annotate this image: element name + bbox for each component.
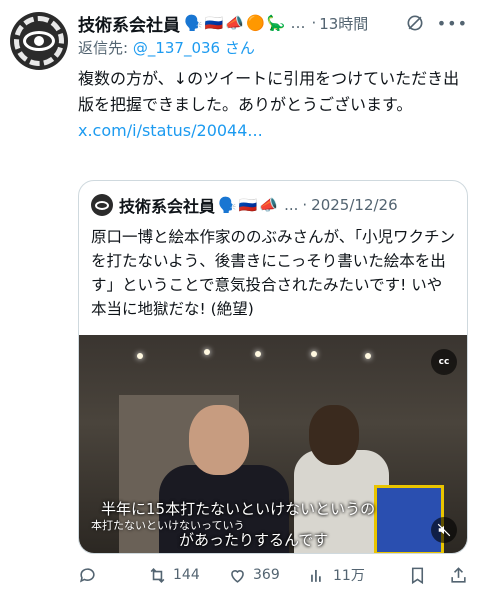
- retweet-button[interactable]: 144: [148, 566, 228, 585]
- reply-suffix: さん: [220, 39, 255, 57]
- retweet-icon: [150, 567, 165, 583]
- video-mute-button[interactable]: [431, 517, 457, 543]
- russia-flag-emoji: 🇷🇺: [204, 14, 224, 32]
- quote-separator: ·: [302, 196, 308, 214]
- name-ellipsis: …: [290, 14, 306, 32]
- quote-header: 技術系会社員 🗣️ 🇷🇺 📣 ... · 2025/12/26: [91, 193, 398, 217]
- speaking-head-emoji: 🗣️: [218, 196, 237, 214]
- quote-body: 原口一博と絵本作家ののぶみさんが、「小児ワクチンを打たないよう、後書きにこっそり…: [91, 228, 455, 318]
- ceiling-light: [255, 351, 261, 357]
- tweet-body: 複数の方が、↓のツイートに引用をつけていただき出版を把握できました。ありがとうご…: [78, 69, 460, 114]
- action-bar: 144 369 11万: [78, 562, 468, 588]
- author-name[interactable]: 技術系会社員: [78, 11, 180, 36]
- quote-author-name: 技術系会社員: [119, 197, 216, 216]
- share-icon: [451, 566, 466, 583]
- quote-avatar: [91, 194, 113, 216]
- ceiling-light: [311, 351, 317, 357]
- tweet-content: 技術系会社員 🗣️ 🇷🇺 📣 🟠 🦕 … · 13時間 ••• 返信先: @_1…: [78, 10, 468, 144]
- quote-date: 2025/12/26: [311, 196, 398, 214]
- separator-dot: ·: [311, 14, 317, 32]
- like-button[interactable]: 369: [228, 566, 308, 585]
- bar-chart-icon: [311, 569, 321, 582]
- subtitle-line-2: があったりするんです: [179, 531, 329, 549]
- ceiling-light: [204, 349, 210, 355]
- like-count: 369: [253, 567, 280, 583]
- ceiling-light: [137, 353, 143, 359]
- person-right-head: [309, 405, 359, 465]
- timestamp[interactable]: 13時間: [319, 13, 368, 34]
- reply-prefix: 返信先:: [78, 39, 133, 57]
- person-left-head: [189, 405, 249, 475]
- russia-flag-emoji: 🇷🇺: [238, 196, 258, 214]
- views-button[interactable]: 11万: [308, 565, 378, 585]
- heart-icon: [231, 569, 244, 583]
- more-options-icon[interactable]: •••: [437, 14, 468, 33]
- quote-ellipsis: ...: [284, 196, 299, 214]
- reply-button[interactable]: [78, 566, 148, 585]
- bookmark-icon: [411, 567, 424, 584]
- share-button[interactable]: [449, 566, 468, 585]
- ceiling-light: [365, 353, 371, 359]
- video-player[interactable]: cc 半年に15本打たないといけないというの 本打たないといけないっていう があ…: [79, 335, 467, 553]
- retweet-count: 144: [173, 567, 200, 583]
- status-link[interactable]: x.com/i/status/20044...: [78, 118, 468, 144]
- eye-icon: [23, 31, 55, 51]
- bookmark-button[interactable]: [408, 566, 427, 585]
- view-count: 11万: [333, 568, 365, 584]
- subtitle-line-1: 半年に15本打たないといけないというの: [101, 500, 376, 518]
- reply-to: 返信先: @_137_036 さん: [78, 37, 468, 58]
- picture-book: [374, 485, 444, 553]
- reply-icon: [79, 567, 95, 583]
- quoted-tweet[interactable]: 技術系会社員 🗣️ 🇷🇺 📣 ... · 2025/12/26 原口一博と絵本作…: [78, 180, 468, 554]
- tweet-header: 技術系会社員 🗣️ 🇷🇺 📣 🟠 🦕 … · 13時間 •••: [78, 10, 468, 36]
- megaphone-emoji: 📣: [225, 14, 245, 32]
- mute-icon[interactable]: [405, 13, 425, 33]
- orange-circle-emoji: 🟠: [246, 14, 265, 32]
- reply-handle[interactable]: @_137_036: [133, 39, 220, 57]
- speaker-muted-icon: [437, 523, 451, 537]
- speaking-head-emoji: 🗣️: [184, 14, 203, 32]
- megaphone-emoji: 📣: [259, 196, 279, 214]
- dinosaur-emoji: 🦕: [266, 14, 286, 32]
- author-avatar[interactable]: [10, 12, 68, 70]
- captions-button[interactable]: cc: [431, 349, 457, 375]
- eye-icon: [95, 200, 109, 210]
